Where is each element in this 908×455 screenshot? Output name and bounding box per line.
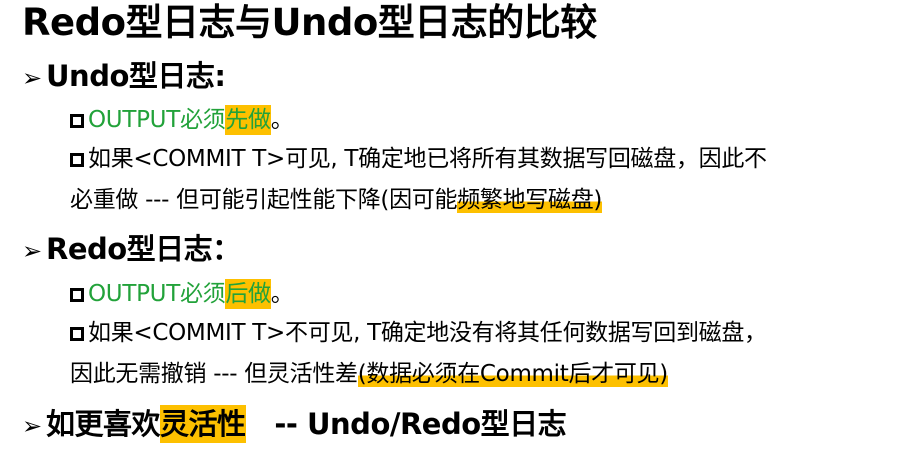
undo-item-2-line2: 必重做 --- 但可能引起性能下降(因可能 <box>70 187 458 213</box>
redo-item-2-line2: 因此无需撤销 --- 但灵活性差 <box>70 361 358 387</box>
arrow-bullet-icon: ➢ <box>22 64 42 92</box>
redo-item-1-prefix: OUTPUT必须 <box>88 281 226 307</box>
undo-item-2: 如果<COMMIT T>可见, T确定地已将所有其数据写回磁盘，因此不 <box>70 141 767 177</box>
undo-item-2-continued: 必重做 --- 但可能引起性能下降(因可能频繁地写磁盘) <box>70 182 602 218</box>
undo-heading: Undo型日志: <box>46 59 226 93</box>
undo-item-1: OUTPUT必须先做。 <box>70 102 294 138</box>
square-bullet-icon <box>70 327 84 341</box>
redo-heading-row: ➢ Redo型日志： <box>22 229 241 271</box>
undo-item-2-underlined: 频繁地写磁盘) <box>457 187 603 213</box>
undo-item-1-prefix: OUTPUT必须 <box>88 107 226 133</box>
arrow-bullet-icon: ➢ <box>22 412 42 440</box>
conclusion-highlight: 灵活性 <box>160 405 246 443</box>
undo-item-2-line1: 如果<COMMIT T>可见, T确定地已将所有其数据写回磁盘，因此不 <box>88 146 767 172</box>
redo-item-2: 如果<COMMIT T>不可见, T确定地没有将其任何数据写回到磁盘， <box>70 315 767 351</box>
square-bullet-icon <box>70 114 84 128</box>
conclusion-row: ➢ 如更喜欢灵活性 -- Undo/Redo型日志 <box>22 404 567 446</box>
arrow-bullet-icon: ➢ <box>22 237 42 265</box>
conclusion-prefix: 如更喜欢 <box>46 407 161 441</box>
undo-heading-row: ➢ Undo型日志: <box>22 56 226 98</box>
redo-heading: Redo型日志： <box>46 232 241 266</box>
slide-title: Redo型日志与Undo型日志的比较 <box>22 1 597 44</box>
slide: Redo型日志与Undo型日志的比较 ➢ Undo型日志: OUTPUT必须先做。… <box>0 0 908 455</box>
undo-item-1-suffix: 。 <box>270 107 294 133</box>
redo-item-2-continued: 因此无需撤销 --- 但灵活性差(数据必须在Commit后才可见) <box>70 356 668 392</box>
redo-item-2-underlined: (数据必须在Commit后才可见) <box>357 361 668 387</box>
square-bullet-icon <box>70 153 84 167</box>
undo-item-1-highlight: 先做 <box>225 105 271 135</box>
conclusion-suffix: -- Undo/Redo型日志 <box>245 407 567 441</box>
redo-item-1-highlight: 后做 <box>225 279 271 309</box>
square-bullet-icon <box>70 288 84 302</box>
redo-item-2-line1: 如果<COMMIT T>不可见, T确定地没有将其任何数据写回到磁盘， <box>88 320 767 346</box>
redo-item-1-suffix: 。 <box>270 281 294 307</box>
redo-item-1: OUTPUT必须后做。 <box>70 276 294 312</box>
